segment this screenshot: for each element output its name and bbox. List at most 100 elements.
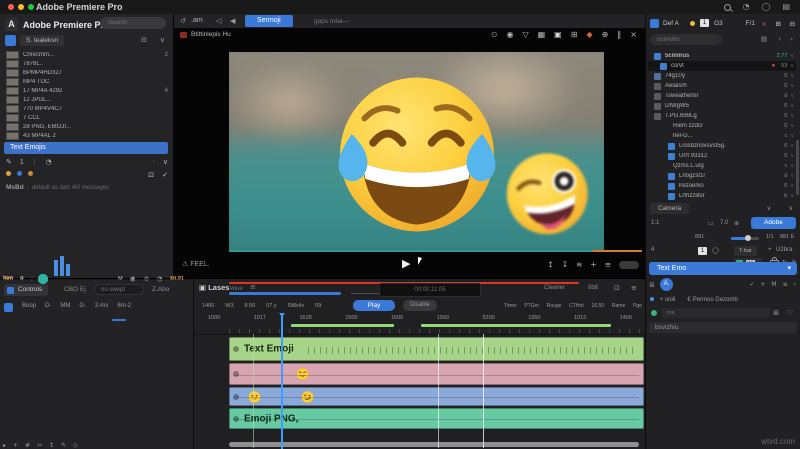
chevron-down-icon[interactable]: ∨	[790, 193, 794, 199]
add-icon[interactable]: ⊕	[734, 220, 739, 227]
minimize-window-button[interactable]	[18, 4, 24, 10]
label-blue-dot[interactable]	[17, 171, 22, 176]
monitor-header-icon[interactable]: ▽	[522, 30, 528, 39]
chevron-down-icon[interactable]: ∨	[790, 83, 794, 89]
chevron-down-icon[interactable]: ∨	[163, 158, 168, 166]
opacity-slider[interactable]	[731, 237, 759, 240]
heart-icon[interactable]: ♡	[787, 309, 793, 317]
toolbar-token[interactable]: 2-mx	[95, 303, 108, 312]
chevron-down-icon[interactable]: ∨	[790, 173, 794, 179]
clip-text-emoji[interactable]: Text Emoji	[229, 337, 644, 361]
circle-icon[interactable]: ◯	[712, 247, 719, 254]
more-icon[interactable]: ·	[153, 158, 155, 165]
chevron-down-icon[interactable]: ∨	[160, 36, 165, 44]
project-item[interactable]: MP4 TOC	[6, 77, 168, 86]
layer-row[interactable]: DIWgW5 0 ∨	[648, 101, 796, 111]
layer-row[interactable]: Riem zzdcr 0 ∨	[648, 121, 796, 131]
track-control-row[interactable]: 4tm d ⋮ M ◉ ⊙ ◔ 00.01	[0, 279, 193, 280]
layer-row[interactable]: Tsweatherlsr d ∨	[648, 91, 796, 101]
tab-cbo[interactable]: CBO Ej	[64, 286, 86, 293]
close-window-button[interactable]	[8, 4, 14, 10]
monitor-header-icon[interactable]: ⊕	[602, 30, 609, 39]
project-item[interactable]: 17 MP4A 4292 4	[6, 86, 168, 95]
project-item[interactable]: 12 JPGL...	[6, 95, 168, 104]
tab-sequence-inactive[interactable]: gaps mba—	[314, 16, 349, 27]
project-item[interactable]: Chrecmm... 2	[6, 50, 168, 59]
chevron-down-icon[interactable]: ∨	[790, 103, 794, 109]
label-amber-dot[interactable]	[28, 171, 33, 176]
settings-menu-icon[interactable]: ≡	[631, 284, 637, 292]
copy-icon[interactable]: ⊟	[141, 36, 147, 44]
tab-sequence-active[interactable]: Sermoji	[245, 15, 293, 27]
eye-icon[interactable]: ◉	[130, 276, 135, 283]
avatar[interactable]: A.	[660, 278, 673, 291]
tool-icon[interactable]: ✎	[61, 442, 66, 449]
record-icon[interactable]: ◯	[761, 2, 770, 11]
time-ruler[interactable]: 1000101716281500160019905200195010131400	[194, 313, 646, 335]
monitor-header-icon[interactable]: ◉	[506, 30, 513, 39]
chevron-down-icon[interactable]: ∨	[790, 93, 794, 99]
timeline-menu-icon[interactable]: ≡	[250, 283, 256, 291]
chevron-down-icon[interactable]: ∨	[789, 205, 793, 212]
check-icon[interactable]: ✓	[162, 171, 168, 179]
layer-row[interactable]: Qzms.L.u/g c ∨	[648, 161, 796, 171]
timeline-tab[interactable]: ▣ Lases	[199, 283, 229, 292]
list-view-icon[interactable]: ▤	[761, 35, 767, 43]
toolbar-token[interactable]: MM	[60, 303, 70, 312]
project-item[interactable]: 7876L..	[6, 59, 168, 68]
sync-clock-icon[interactable]: ◔	[157, 276, 162, 283]
speaker-icon[interactable]: ◀	[230, 17, 235, 25]
monitor-header-icon[interactable]: ⊞	[571, 30, 578, 39]
zoom-window-button[interactable]	[28, 4, 34, 10]
copy-icon[interactable]: ⊡	[148, 171, 154, 179]
monitor-header-icon[interactable]: ⊙	[491, 30, 498, 39]
chevron-down-icon[interactable]: ∨	[790, 53, 794, 59]
project-search-input[interactable]	[100, 17, 166, 29]
chevron-down-icon[interactable]: ∨	[790, 73, 794, 79]
transport-icon[interactable]: +	[590, 260, 596, 269]
tool-icon[interactable]: +	[13, 442, 18, 449]
clock-icon[interactable]: ◔	[45, 158, 51, 166]
monitor-header-icon[interactable]: ×	[630, 30, 637, 39]
bin-icon[interactable]	[5, 35, 16, 46]
grid-icon[interactable]: ⊞	[776, 20, 781, 28]
text-emoji-bar[interactable]: Text Emo ▾	[649, 262, 797, 275]
chevron-down-icon[interactable]: ∨	[790, 163, 794, 169]
link-ratio-label[interactable]: 1:1	[651, 220, 659, 226]
snap-icon[interactable]: ⊡	[614, 284, 620, 292]
transport-icon[interactable]: ≡	[605, 260, 611, 269]
panel-split-icon[interactable]: ⊟	[790, 20, 795, 28]
effects-search-input[interactable]	[650, 34, 722, 45]
work-area-bar[interactable]	[421, 324, 611, 327]
toolbar-token[interactable]: D-	[45, 303, 51, 312]
pen-icon[interactable]: ✎	[6, 158, 12, 166]
monitor-header-icon[interactable]: ▣	[554, 30, 562, 39]
drag-handle-icon[interactable]: ⋮	[29, 276, 35, 283]
primary-action-button[interactable]: Adobe	[751, 217, 796, 229]
bottom-field[interactable]: bsvizhiu	[649, 322, 797, 333]
chevron-down-icon[interactable]: ∨	[790, 123, 794, 129]
label-orange-dot[interactable]	[6, 171, 11, 176]
row-icon[interactable]: ≡	[783, 281, 788, 288]
playback-resolution-pill[interactable]	[619, 261, 639, 269]
disable-button[interactable]: Disable	[403, 300, 437, 311]
tool-icon[interactable]: ▸	[3, 442, 6, 449]
work-area-bar[interactable]	[291, 324, 394, 327]
layout-icon[interactable]: ▤	[782, 2, 790, 11]
page-icon[interactable]: ▭	[708, 220, 714, 227]
project-item[interactable]: 28 PNG, EMOJI...	[6, 122, 168, 131]
tool-icon[interactable]: ✂	[37, 442, 42, 449]
chevron-down-icon[interactable]: ∨	[790, 143, 794, 149]
chevron-right-icon[interactable]: ›	[790, 35, 793, 43]
clip-video-2[interactable]	[229, 363, 644, 385]
transport-icon[interactable]: ↧	[562, 260, 568, 269]
layer-row[interactable]: 74g1r/y 0 ∨	[648, 71, 796, 81]
track-state-button[interactable]	[38, 274, 48, 284]
mute-button[interactable]: M	[118, 276, 123, 282]
chevron-left-icon[interactable]: ‹	[778, 35, 781, 43]
search-icon[interactable]	[724, 4, 731, 11]
workspace-selector[interactable]: S. tealeksn	[20, 35, 64, 46]
tool-icon[interactable]: #	[25, 442, 30, 449]
add-icon[interactable]: +	[768, 247, 772, 253]
layer-row[interactable]: Lrlogzst1r d ∨	[648, 171, 796, 181]
